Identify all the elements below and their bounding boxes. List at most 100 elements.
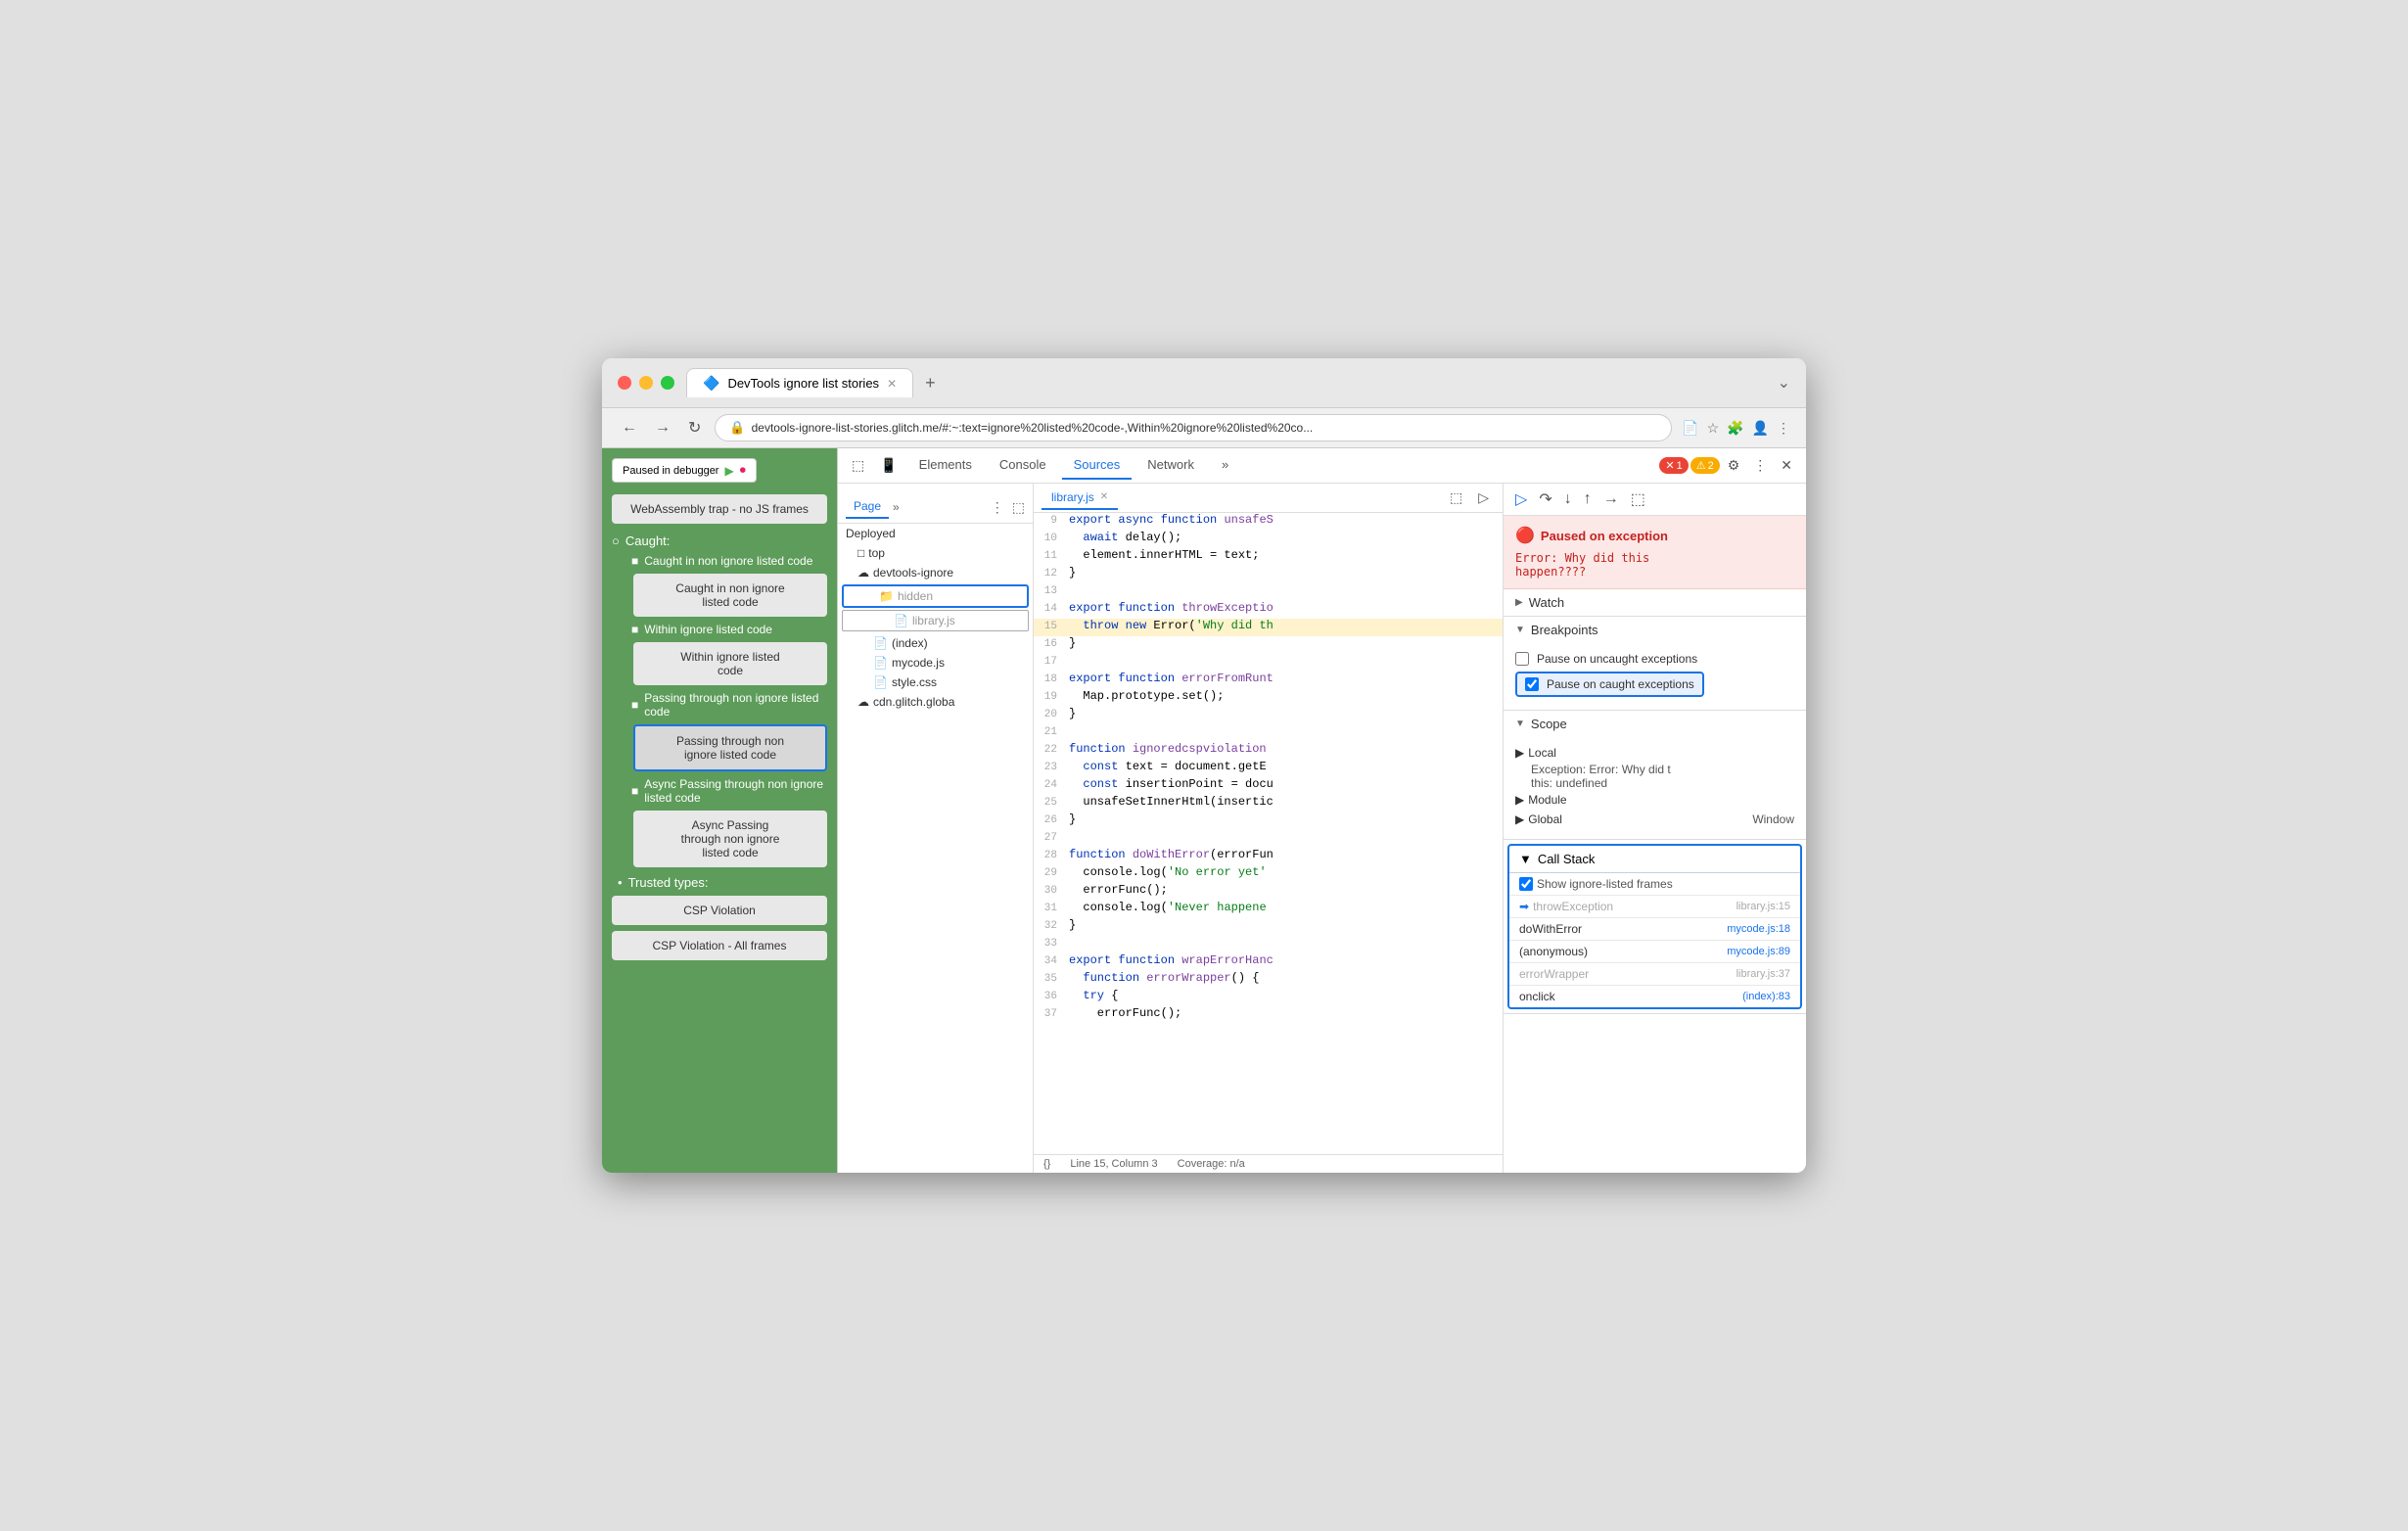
tab-network[interactable]: Network: [1135, 451, 1206, 480]
minimize-button[interactable]: [639, 376, 653, 390]
csp-violation-all-box[interactable]: CSP Violation - All frames: [612, 931, 827, 960]
code-line-36: 36 try {: [1034, 989, 1503, 1006]
webassembly-text: WebAssembly trap - no JS frames: [630, 502, 809, 516]
line-num-14: 14: [1034, 601, 1065, 619]
global-scope-item[interactable]: ▶ Global Window: [1515, 810, 1794, 829]
exception-panel: 🔴 Paused on exception Error: Why did thi…: [1504, 516, 1806, 589]
step-out-button[interactable]: ↑: [1580, 488, 1596, 510]
maximize-button[interactable]: [661, 376, 674, 390]
back-button[interactable]: ←: [618, 415, 641, 441]
device-toolbar-button[interactable]: 📱: [874, 453, 903, 478]
bookmark-icon[interactable]: 📄: [1682, 420, 1698, 437]
call-stack-header[interactable]: ▼ Call Stack: [1509, 846, 1800, 873]
cs-item-1[interactable]: doWithError mycode.js:18: [1509, 918, 1800, 941]
error-count-badge: ✕ 1: [1659, 457, 1688, 474]
extensions-icon[interactable]: 🧩: [1727, 420, 1743, 437]
sources-topbar: Page » ⋮ ⬚: [838, 491, 1033, 524]
code-tab-close-icon[interactable]: ✕: [1100, 491, 1108, 502]
step-over-button[interactable]: ↷: [1535, 487, 1555, 511]
passing-through-box[interactable]: Passing through nonignore listed code: [633, 724, 827, 771]
menu-icon[interactable]: ⋮: [1777, 420, 1790, 437]
cdn-glitch-item[interactable]: ☁ cdn.glitch.globa: [838, 692, 1033, 712]
warn-count-badge: ⚠ 2: [1690, 457, 1720, 474]
forward-button[interactable]: →: [651, 415, 674, 441]
async-passing-box[interactable]: Async Passingthrough non ignorelisted co…: [633, 811, 827, 867]
line-num-21: 21: [1034, 724, 1065, 742]
hidden-folder-item[interactable]: 📁 hidden: [842, 584, 1029, 608]
code-line-29: 29 console.log('No error yet': [1034, 865, 1503, 883]
line-content-12: }: [1065, 566, 1503, 583]
tab-elements[interactable]: Elements: [907, 451, 984, 480]
step-into-button[interactable]: ↓: [1560, 488, 1576, 510]
line-content-17: [1065, 654, 1503, 672]
within-ignore-box[interactable]: Within ignore listedcode: [633, 642, 827, 685]
cs-loc-0: library.js:15: [1737, 901, 1790, 912]
page-tab[interactable]: Page: [846, 495, 889, 519]
tab-overflow-button[interactable]: ⌄: [1778, 373, 1790, 393]
library-js-tab[interactable]: library.js ✕: [1042, 487, 1118, 510]
close-button[interactable]: [618, 376, 631, 390]
new-tab-button[interactable]: +: [917, 369, 944, 397]
pause-caught-checkbox[interactable]: [1525, 677, 1539, 691]
settings-button[interactable]: ⚙: [1722, 453, 1746, 478]
code-line-35: 35 function errorWrapper() {: [1034, 971, 1503, 989]
top-item[interactable]: □ top: [838, 543, 1033, 563]
tab-more[interactable]: »: [1210, 451, 1240, 480]
module-scope-label: Module: [1528, 793, 1566, 807]
local-exception-item: Exception: Error: Why did t: [1515, 763, 1794, 776]
error-x-icon: ✕: [1665, 459, 1674, 472]
breakpoints-section-header[interactable]: ▼ Breakpoints: [1504, 617, 1806, 643]
more-options-button[interactable]: ⋮: [1747, 453, 1773, 478]
scope-section-header[interactable]: ▼ Scope: [1504, 711, 1806, 737]
devtools-ignore-item[interactable]: ☁ devtools-ignore: [838, 563, 1033, 582]
navigate-to-file-button[interactable]: ▷: [1472, 486, 1495, 510]
code-line-12: 12 }: [1034, 566, 1503, 583]
play-icon: ▶: [724, 464, 733, 478]
code-editor: library.js ✕ ⬚ ▷ 9 export async function…: [1034, 484, 1503, 1173]
module-scope-item[interactable]: ▶ Module: [1515, 790, 1794, 810]
toggle-sidebar-button[interactable]: ⬚: [1444, 486, 1468, 510]
account-icon[interactable]: 👤: [1752, 420, 1769, 437]
new-tab-source-icon[interactable]: ⬚: [1012, 499, 1025, 516]
active-tab[interactable]: 🔷 DevTools ignore list stories ✕: [686, 368, 913, 397]
pause-uncaught-checkbox[interactable]: [1515, 652, 1529, 666]
caught-non-ignore-box[interactable]: Caught in non ignorelisted code: [633, 574, 827, 617]
reload-button[interactable]: ↻: [684, 414, 705, 441]
code-line-33: 33: [1034, 936, 1503, 953]
star-icon[interactable]: ☆: [1707, 420, 1720, 437]
library-js-item[interactable]: 📄 library.js: [842, 610, 1029, 631]
resume-button[interactable]: ▷: [1511, 487, 1531, 511]
mycode-js-item[interactable]: 📄 mycode.js: [838, 653, 1033, 673]
scope-section: ▼ Scope ▶ Local Exception: Error: Why di…: [1504, 711, 1806, 840]
sub-label-async: ■ Async Passing through non ignore liste…: [631, 777, 827, 805]
show-ignore-checkbox[interactable]: [1519, 877, 1533, 891]
tab-console[interactable]: Console: [988, 451, 1058, 480]
deactivate-breakpoints-button[interactable]: ⬚: [1627, 487, 1649, 511]
cs-item-0[interactable]: ➡ throwException library.js:15: [1509, 896, 1800, 918]
local-scope-item[interactable]: ▶ Local: [1515, 743, 1794, 763]
cs-item-3[interactable]: errorWrapper library.js:37: [1509, 963, 1800, 986]
index-item[interactable]: 📄 (index): [838, 633, 1033, 653]
cs-item-2[interactable]: (anonymous) mycode.js:89: [1509, 941, 1800, 963]
inspect-element-button[interactable]: ⬚: [846, 453, 870, 478]
code-line-24: 24 const insertionPoint = docu: [1034, 777, 1503, 795]
tab-close-icon[interactable]: ✕: [887, 377, 897, 391]
watch-section-header[interactable]: ▶ Watch: [1504, 589, 1806, 616]
url-field[interactable]: 🔒 devtools-ignore-list-stories.glitch.me…: [715, 414, 1672, 441]
line-content-31: console.log('Never happene: [1065, 901, 1503, 918]
pause-uncaught-item: Pause on uncaught exceptions: [1515, 649, 1794, 669]
step-button[interactable]: →: [1599, 488, 1623, 510]
csp-violation-box[interactable]: CSP Violation: [612, 896, 827, 925]
library-js-tab-label: library.js: [1051, 490, 1094, 504]
close-devtools-button[interactable]: ✕: [1775, 453, 1798, 478]
tab-sources[interactable]: Sources: [1062, 451, 1133, 480]
sources-menu-icon[interactable]: ⋮: [991, 499, 1004, 516]
cs-item-4[interactable]: onclick (index):83: [1509, 986, 1800, 1007]
line-content-33: [1065, 936, 1503, 953]
watch-section: ▶ Watch: [1504, 589, 1806, 617]
style-css-item[interactable]: 📄 style.css: [838, 673, 1033, 692]
line-num-16: 16: [1034, 636, 1065, 654]
devtools-body: Page » ⋮ ⬚ Deployed □ top ☁ devtools-: [838, 484, 1806, 1173]
title-bar: 🔷 DevTools ignore list stories ✕ + ⌄: [602, 358, 1806, 408]
sources-more-icon[interactable]: »: [893, 500, 900, 514]
